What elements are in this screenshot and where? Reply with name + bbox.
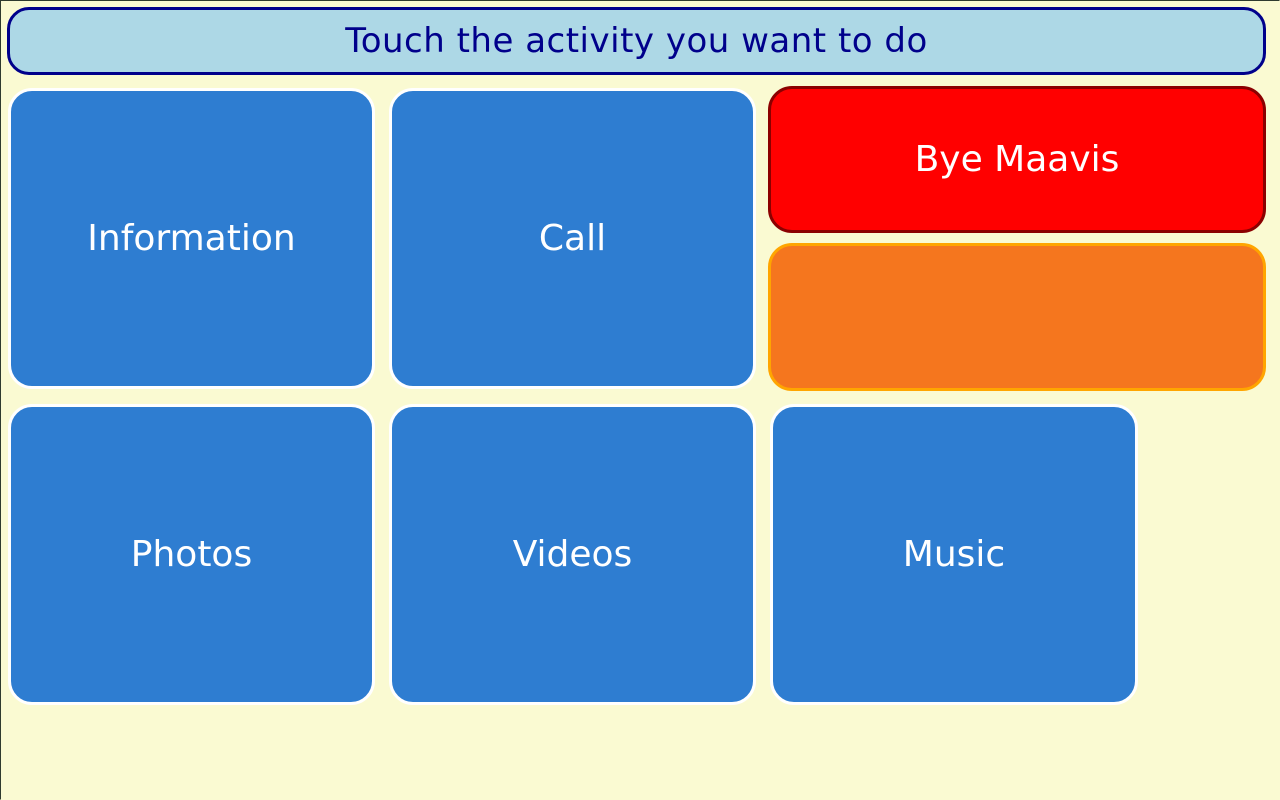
information-label: Information <box>87 218 296 259</box>
bye-maavis-label: Bye Maavis <box>914 139 1120 180</box>
videos-label: Videos <box>512 534 633 575</box>
photos-button[interactable]: Photos <box>8 404 375 705</box>
information-button[interactable]: Information <box>8 88 375 389</box>
blank-orange-button[interactable] <box>768 243 1266 391</box>
videos-button[interactable]: Videos <box>389 404 756 705</box>
music-button[interactable]: Music <box>770 404 1138 705</box>
instruction-text: Touch the activity you want to do <box>345 21 928 61</box>
call-button[interactable]: Call <box>389 88 756 389</box>
photos-label: Photos <box>130 534 253 575</box>
bye-maavis-button[interactable]: Bye Maavis <box>768 86 1266 233</box>
music-label: Music <box>902 534 1006 575</box>
call-label: Call <box>538 218 607 259</box>
instruction-banner: Touch the activity you want to do <box>7 7 1266 75</box>
